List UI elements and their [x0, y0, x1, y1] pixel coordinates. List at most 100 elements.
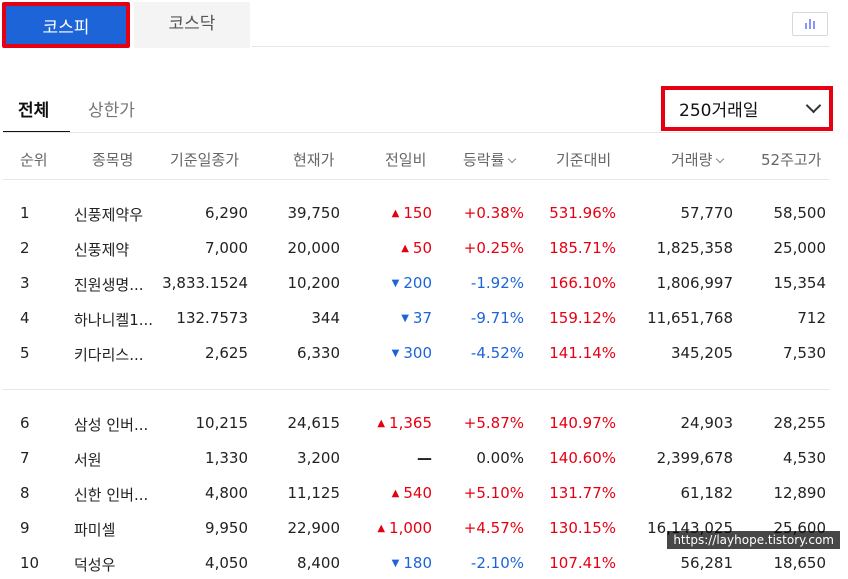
stock-name[interactable]: 신풍제약우: [74, 204, 143, 225]
tab-kosdaq[interactable]: 코스닥: [134, 2, 250, 48]
rank-cell: 1: [20, 204, 30, 222]
up-triangle-icon: ▲: [391, 208, 400, 219]
change-cell: ▲ 150: [392, 204, 432, 222]
header-current: 현재가: [293, 151, 335, 169]
vs-base-cell: 140.60%: [549, 449, 616, 467]
rank-cell: 10: [20, 554, 40, 572]
stock-name[interactable]: 파미셀: [74, 519, 115, 540]
change-cell: ▼ 200: [392, 274, 432, 292]
bar-chart-icon-bar: [809, 19, 811, 29]
rank-cell: 9: [20, 519, 30, 537]
up-triangle-icon: ▲: [377, 418, 386, 429]
stock-name[interactable]: 삼성 인버...: [74, 414, 148, 435]
header-change: 전일비: [385, 151, 427, 169]
rank-cell: 5: [20, 344, 30, 362]
volume-cell: 345,205: [670, 344, 733, 362]
change-value: 300: [403, 344, 432, 362]
header-bottom-divider: [3, 179, 829, 180]
header-rate-sort[interactable]: 등락률: [463, 149, 517, 170]
base-close-cell: 7,000: [205, 239, 248, 257]
rate-cell: +0.38%: [463, 204, 524, 222]
change-value: 200: [403, 274, 432, 292]
high52-cell: 4,530: [783, 449, 826, 467]
vs-base-cell: 531.96%: [549, 204, 616, 222]
rank-cell: 4: [20, 309, 30, 327]
no-change-icon: —: [417, 449, 432, 467]
high52-cell: 7,530: [783, 344, 826, 362]
vs-base-cell: 140.97%: [549, 414, 616, 432]
watermark: https://layhope.tistory.com: [667, 531, 840, 549]
table-row[interactable]: 6 삼성 인버... 10,215 24,615 ▲ 1,365 +5.87% 140.97%…: [0, 409, 848, 439]
volume-cell: 61,182: [680, 484, 734, 502]
volume-cell: 11,651,768: [647, 309, 733, 327]
stock-name[interactable]: 신풍제약: [74, 239, 129, 260]
tab-divider: [252, 46, 830, 47]
current-price-cell: 11,125: [287, 484, 341, 502]
sort-chevron-icon: [716, 154, 725, 164]
tab-kospi[interactable]: 코스피: [2, 2, 130, 48]
filter-tab-upper-limit[interactable]: 상한가: [88, 96, 135, 121]
stock-name[interactable]: 키다리스...: [74, 344, 144, 365]
stock-name[interactable]: 덕성우: [74, 554, 115, 575]
header-52w-high: 52주고가: [761, 151, 822, 169]
rate-cell: -4.52%: [470, 344, 524, 362]
bar-chart-icon-bar: [813, 21, 815, 29]
down-triangle-icon: ▼: [401, 313, 409, 324]
change-cell: ▼ 37: [401, 309, 432, 327]
rank-cell: 7: [20, 449, 30, 467]
base-close-cell: 3,833.1524: [162, 274, 248, 292]
table-top-divider: [3, 132, 829, 133]
table-row[interactable]: 10 덕성우 4,050 8,400 ▼ 180 -2.10% 107.41% 56,281 18…: [0, 549, 848, 579]
period-select[interactable]: 250거래일: [661, 86, 833, 131]
change-value: 1,365: [389, 414, 432, 432]
change-cell: —: [417, 449, 432, 467]
up-triangle-icon: ▲: [391, 488, 400, 499]
header-vs-base: 기준대비: [556, 151, 612, 169]
volume-cell: 57,770: [680, 204, 734, 222]
current-price-cell: 6,330: [297, 344, 340, 362]
stock-name[interactable]: 하나니켈1...: [74, 309, 153, 330]
current-price-cell: 344: [311, 309, 340, 327]
rank-cell: 2: [20, 239, 30, 257]
change-value: 37: [412, 309, 432, 327]
high52-cell: 28,255: [773, 414, 827, 432]
change-value: 50: [412, 239, 432, 257]
high52-cell: 58,500: [773, 204, 827, 222]
volume-cell: 1,825,358: [656, 239, 733, 257]
down-triangle-icon: ▼: [391, 348, 400, 359]
table-row[interactable]: 2 신풍제약 7,000 20,000 ▲ 50 +0.25% 185.71% 1,825,35…: [0, 234, 848, 264]
up-triangle-icon: ▲: [377, 523, 386, 534]
base-close-cell: 6,290: [205, 204, 248, 222]
current-price-cell: 39,750: [287, 204, 341, 222]
current-price-cell: 8,400: [297, 554, 340, 572]
change-cell: ▼ 180: [392, 554, 432, 572]
table-row[interactable]: 8 신한 인버... 4,800 11,125 ▲ 540 +5.10% 131.77% 61,…: [0, 479, 848, 509]
header-volume-sort[interactable]: 거래량: [671, 149, 725, 170]
table-row[interactable]: 1 신풍제약우 6,290 39,750 ▲ 150 +0.38% 531.96% 57,770…: [0, 199, 848, 229]
stock-name[interactable]: 서원: [74, 449, 102, 470]
high52-cell: 18,650: [773, 554, 827, 572]
change-cell: ▲ 1,365: [377, 414, 432, 432]
stock-name[interactable]: 신한 인버...: [74, 484, 148, 505]
current-price-cell: 20,000: [287, 239, 341, 257]
rate-cell: +5.10%: [463, 484, 524, 502]
base-close-cell: 4,800: [205, 484, 248, 502]
header-volume: 거래량: [671, 151, 713, 169]
base-close-cell: 1,330: [205, 449, 248, 467]
current-price-cell: 24,615: [287, 414, 341, 432]
table-row[interactable]: 3 진원생명... 3,833.1524 10,200 ▼ 200 -1.92% 166.10…: [0, 269, 848, 299]
high52-cell: 712: [797, 309, 826, 327]
table-row[interactable]: 5 키다리스... 2,625 6,330 ▼ 300 -4.52% 141.14% 345,2…: [0, 339, 848, 369]
filter-tab-all[interactable]: 전체: [18, 96, 49, 121]
base-close-cell: 132.7573: [176, 309, 248, 327]
stock-name[interactable]: 진원생명...: [74, 274, 144, 295]
rate-cell: +0.25%: [463, 239, 524, 257]
current-price-cell: 10,200: [287, 274, 341, 292]
high52-cell: 25,000: [773, 239, 827, 257]
down-triangle-icon: ▼: [391, 278, 400, 289]
table-row[interactable]: 4 하나니켈1... 132.7573 344 ▼ 37 -9.71% 159.12% 11,6…: [0, 304, 848, 334]
table-row[interactable]: 7 서원 1,330 3,200 — 0.00% 140.60% 2,399,678 4,530: [0, 444, 848, 474]
high52-cell: 15,354: [773, 274, 827, 292]
volume-cell: 24,903: [680, 414, 734, 432]
chart-toggle-button[interactable]: [792, 12, 828, 36]
